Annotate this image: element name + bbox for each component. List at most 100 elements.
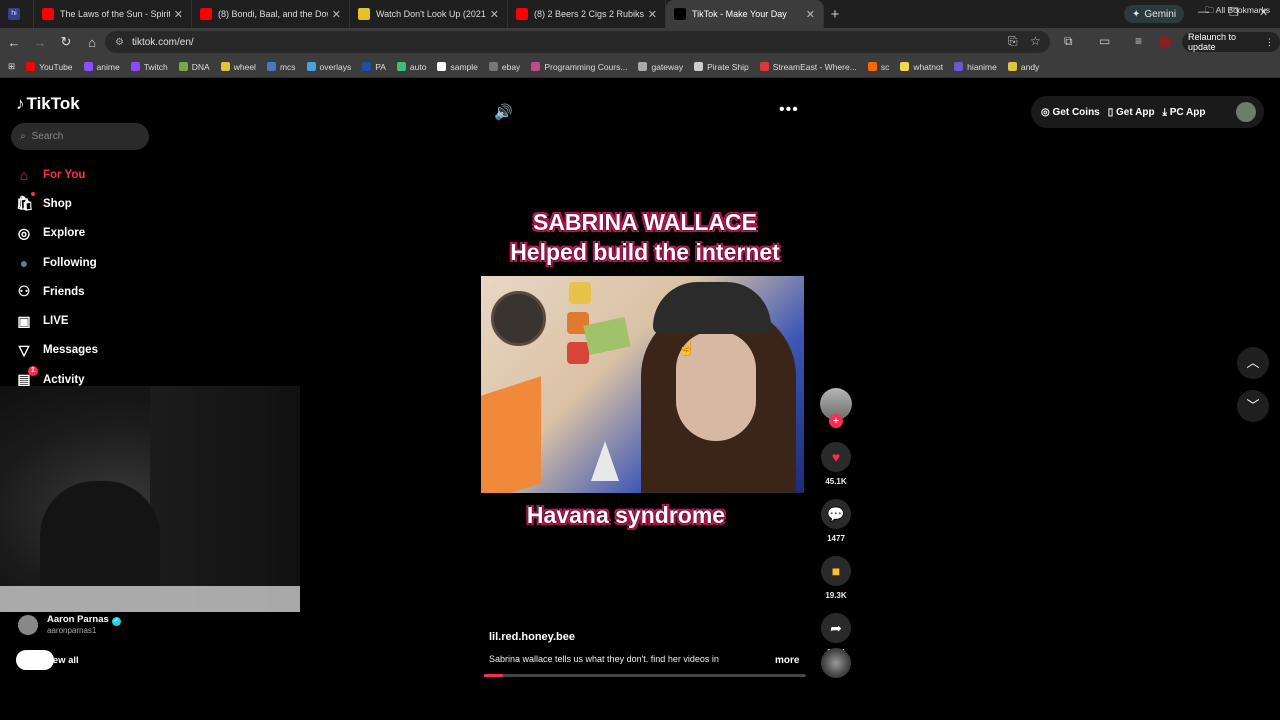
music-disc-icon[interactable] (821, 648, 851, 678)
account-handle: aaronparnas1 (47, 626, 97, 635)
comment-action[interactable]: 💬 1477 (818, 499, 854, 543)
cast-icon[interactable]: ▭ (1099, 34, 1110, 48)
bookmark-favicon-icon (362, 62, 372, 71)
tab-close-icon[interactable]: ✕ (648, 8, 657, 21)
bookmark-item[interactable]: StreamEast - Where... (759, 62, 857, 72)
install-app-icon[interactable]: ⎘ (1008, 34, 1018, 49)
view-all-button[interactable]: View all (16, 650, 79, 670)
profile-icon[interactable] (1159, 36, 1171, 48)
get-coins-button[interactable]: ◎ Get Coins (1041, 107, 1100, 118)
sidebar-item-following[interactable]: ● Following (16, 248, 176, 277)
back-icon[interactable]: ← (2, 35, 26, 50)
bookmark-label: ebay (501, 61, 521, 72)
sidebar-nav: ⌂ For You 🛍 Shop ◎ Explore ● Following ⚇ Friends ▣… (16, 160, 176, 394)
pc-app-button[interactable]: ⤓ PC App (1163, 107, 1206, 118)
apps-icon[interactable]: ⊞ (8, 61, 15, 72)
relaunch-button[interactable]: Relaunch to update ⋮ (1182, 32, 1280, 52)
bookmark-label: wheel (233, 61, 256, 72)
media-icon[interactable]: ≡ (1135, 34, 1142, 48)
browser-tab[interactable]: (8) Bondi, Baal, and the Dow | T ✕ (192, 0, 350, 28)
bookmark-label: Pirate Ship (707, 61, 749, 72)
all-bookmarks-button[interactable]: 🗀 All Bookmarks (1205, 5, 1270, 19)
like-action[interactable]: ♥ 45.1K (818, 442, 854, 486)
tab-title: Watch Don't Look Up (2021) Or (376, 9, 486, 19)
following-account[interactable]: Aaron Parnas ✓ aaronparnas1 (18, 614, 121, 635)
bookmark-label: DNA (191, 61, 210, 72)
bookmark-item[interactable]: anime (83, 62, 120, 72)
bookmark-item[interactable]: Twitch (130, 62, 168, 72)
bookmark-favicon-icon (954, 62, 964, 71)
address-bar[interactable]: ⚙ tiktok.com/en/ (105, 31, 1050, 53)
reload-icon[interactable]: ↻ (54, 34, 78, 50)
browser-tab[interactable]: hi (0, 0, 34, 28)
bookmark-item[interactable]: sample (437, 62, 478, 72)
browser-tab[interactable]: TikTok - Make Your Day ✕ (666, 0, 824, 28)
tiktok-logo[interactable]: ♪ TikTok (16, 94, 80, 114)
bookmark-item[interactable]: ebay (488, 61, 521, 72)
tab-title: (8) 2 Beers 2 Cigs 2 Rubiks Cub (534, 9, 644, 19)
bookmark-label: overlays (319, 61, 352, 72)
heart-icon[interactable]: ♥ (821, 442, 851, 472)
bookmark-icon[interactable]: ■ (821, 556, 851, 586)
gemini-label: Gemini (1144, 8, 1177, 20)
site-info-icon[interactable]: ⚙ (115, 37, 124, 48)
tab-close-icon[interactable]: ✕ (174, 8, 183, 21)
video-player[interactable] (481, 276, 804, 493)
bookmark-item[interactable]: Programming Cours... (531, 62, 627, 72)
bookmark-item[interactable]: mcs (266, 62, 296, 72)
save-action[interactable]: ■ 19.3K (818, 556, 854, 600)
tab-favicon-icon (674, 8, 686, 20)
sidebar-item-for-you[interactable]: ⌂ For You (16, 160, 176, 189)
bookmark-item[interactable]: andy (1007, 62, 1039, 72)
tiktok-note-icon: ♪ (16, 94, 25, 113)
sidebar-item-friends[interactable]: ⚇ Friends (16, 277, 176, 306)
sidebar-item-shop[interactable]: 🛍 Shop (16, 189, 176, 218)
sidebar-item-explore[interactable]: ◎ Explore (16, 219, 176, 248)
user-avatar[interactable] (1236, 102, 1256, 122)
forward-icon[interactable]: → (28, 35, 52, 50)
share-icon[interactable]: ➦ (821, 613, 851, 643)
scroll-down-icon[interactable]: ﹀ (1237, 390, 1269, 422)
search-input[interactable]: ⌕ Search (11, 123, 149, 150)
bookmark-item[interactable]: wheel (220, 61, 256, 72)
tab-close-icon[interactable]: ✕ (490, 8, 499, 21)
gemini-button[interactable]: ✦ Gemini (1124, 5, 1185, 23)
sidebar-item-messages[interactable]: ▽ Messages (16, 336, 176, 365)
like-count: 45.1K (825, 477, 847, 486)
new-tab-icon[interactable]: + (824, 6, 846, 23)
sidebar-item-live[interactable]: ▣ LIVE (16, 306, 176, 335)
bookmark-item[interactable]: hianime (954, 62, 997, 72)
get-app-button[interactable]: ▯ Get App (1108, 107, 1155, 118)
bookmark-item[interactable]: auto (396, 62, 426, 72)
bookmark-item[interactable]: sc (867, 62, 889, 72)
creator-avatar[interactable]: + (820, 388, 852, 428)
more-button[interactable]: more (775, 655, 799, 666)
home-page-icon[interactable]: ⌂ (80, 35, 104, 50)
follow-plus-icon[interactable]: + (829, 414, 843, 428)
more-options-icon[interactable]: ••• (779, 101, 799, 119)
volume-icon[interactable]: 🔊 (494, 103, 513, 121)
browser-tab[interactable]: The Laws of the Sun - Spiritual ✕ (34, 0, 192, 28)
browser-tab[interactable]: Watch Don't Look Up (2021) Or ✕ (350, 0, 508, 28)
scroll-up-icon[interactable]: ︿ (1237, 347, 1269, 379)
tab-close-icon[interactable]: ✕ (806, 8, 815, 21)
tab-favicon-icon (358, 8, 370, 20)
bookmark-item[interactable]: PA (362, 62, 386, 72)
bookmark-item[interactable]: gateway (638, 62, 683, 72)
tab-title: TikTok - Make Your Day (692, 9, 787, 19)
tab-favicon-icon: hi (8, 8, 20, 20)
browser-tab[interactable]: (8) 2 Beers 2 Cigs 2 Rubiks Cub ✕ (508, 0, 666, 28)
video-progress-bar[interactable] (484, 674, 806, 677)
bookmark-item[interactable]: DNA (178, 61, 210, 72)
bookmark-star-icon[interactable]: ☆ (1030, 34, 1041, 48)
extensions-icon[interactable]: ⧉ (1064, 34, 1073, 49)
video-author[interactable]: lil.red.honey.bee (489, 631, 575, 643)
bookmark-item[interactable]: Pirate Ship (694, 62, 749, 72)
comment-icon[interactable]: 💬 (821, 499, 851, 529)
bookmark-item[interactable]: whatnot (900, 62, 943, 72)
bookmark-favicon-icon (306, 62, 316, 71)
tab-close-icon[interactable]: ✕ (332, 8, 341, 21)
tab-favicon-icon (200, 8, 212, 20)
bookmark-item[interactable]: overlays (306, 61, 352, 72)
bookmark-item[interactable]: YouTube (26, 62, 73, 72)
